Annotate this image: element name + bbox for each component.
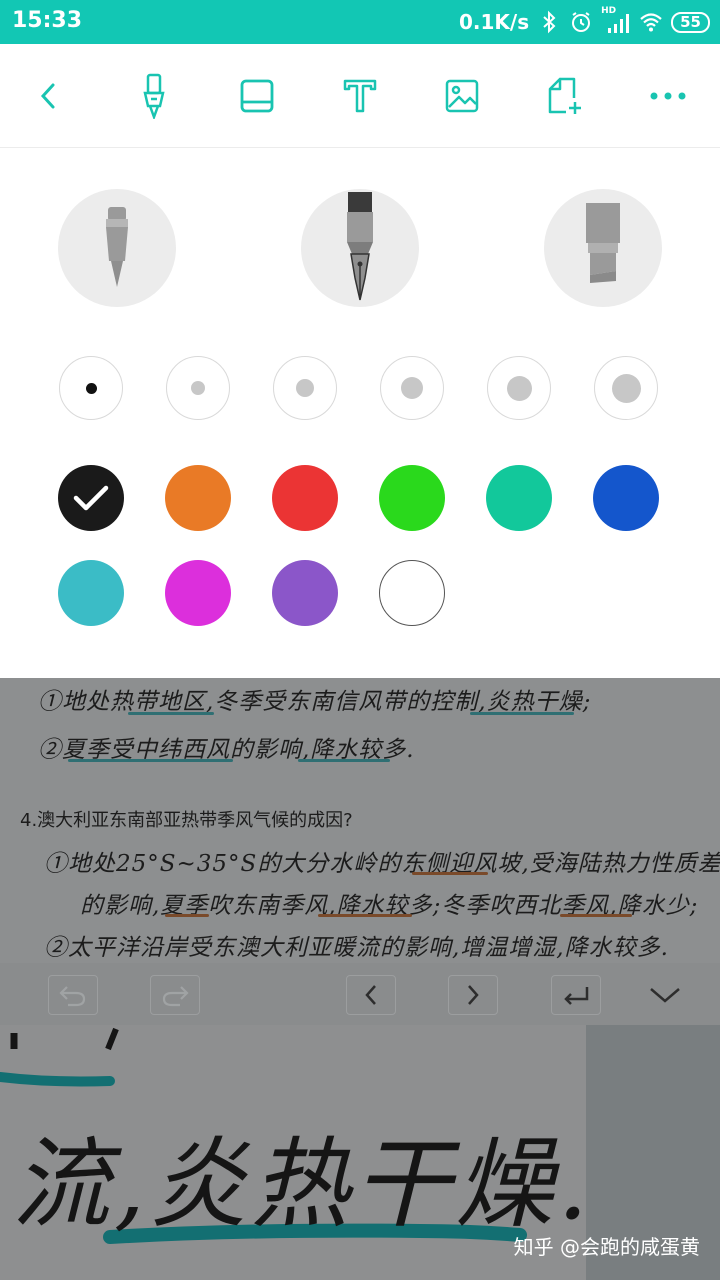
insert-image-button[interactable]: [437, 71, 487, 121]
status-bar: 15:33 0.1K/s HD 55: [0, 0, 720, 44]
add-page-button[interactable]: [540, 71, 590, 121]
watermark: 知乎 @会跑的咸蛋黄: [513, 1235, 700, 1259]
status-right: 0.1K/s HD 55: [459, 0, 710, 44]
color-swatch-cyan[interactable]: [58, 560, 124, 626]
editor-toolbar: [0, 44, 720, 148]
undo-icon: [59, 986, 86, 1007]
zoom-ink-text: 流,炎热干燥.: [12, 1128, 586, 1242]
size-option-1[interactable]: [59, 356, 123, 420]
note-line-3: ①地处25°S~35°S的大分水岭的东侧迎风坡,受海陆热力性质差异: [44, 851, 720, 877]
network-speed: 0.1K/s: [458, 10, 530, 34]
note-line-1: ①地处热带地区,冬季受东南信风带的控制,炎热干燥;: [38, 689, 592, 715]
enter-icon: [564, 987, 589, 1005]
size-option-2[interactable]: [166, 356, 230, 420]
alarm-icon: [572, 12, 591, 32]
redo-button[interactable]: [150, 975, 200, 1015]
cursor-left-button[interactable]: [346, 975, 396, 1015]
eraser-icon: [240, 79, 274, 113]
highlighter-option[interactable]: [544, 189, 662, 307]
fountain-pen-option[interactable]: [301, 189, 419, 307]
back-icon: [40, 83, 55, 109]
color-swatch-black[interactable]: [58, 465, 124, 531]
text-tool-button[interactable]: [335, 71, 385, 121]
size-option-3[interactable]: [273, 356, 337, 420]
checkmark-icon: [73, 485, 109, 511]
question-text: 4.澳大利亚东南部亚热带季风气候的成因?: [20, 810, 353, 831]
ballpoint-pen-icon: [106, 207, 128, 287]
image-icon: [445, 79, 479, 113]
collapse-icon: [650, 988, 680, 1003]
status-time: 15:33: [12, 8, 83, 33]
signal-icon: HD: [601, 6, 631, 34]
wifi-icon: [640, 13, 662, 32]
back-button[interactable]: [24, 71, 74, 121]
size-option-4[interactable]: [380, 356, 444, 420]
underline: [298, 759, 390, 762]
enter-button[interactable]: [551, 975, 601, 1015]
color-swatch-blue[interactable]: [593, 465, 659, 531]
ballpoint-pen-option[interactable]: [58, 189, 176, 307]
more-button[interactable]: [643, 71, 693, 121]
underline: [318, 914, 412, 917]
note-canvas[interactable]: ①地处热带地区,冬季受东南信风带的控制,炎热干燥; ②夏季受中纬西风的影响,降水…: [0, 678, 720, 963]
battery-indicator: 55: [671, 11, 710, 33]
pen-tool-icon: [143, 73, 165, 119]
undo-button[interactable]: [48, 975, 98, 1015]
pen-settings-panel: [0, 148, 720, 678]
color-swatch-magenta[interactable]: [165, 560, 231, 626]
handwriting-edit-bar: [0, 963, 720, 1025]
color-swatch-teal[interactable]: [486, 465, 552, 531]
underline: [128, 712, 214, 715]
eraser-button[interactable]: [232, 71, 282, 121]
underline: [68, 759, 233, 762]
zoom-writing-area[interactable]: 流,炎热干燥.: [0, 1025, 586, 1280]
underline: [165, 914, 209, 917]
color-swatch-purple[interactable]: [272, 560, 338, 626]
cursor-right-icon: [468, 985, 479, 1005]
color-swatch-green[interactable]: [379, 465, 445, 531]
color-swatch-red[interactable]: [272, 465, 338, 531]
add-page-icon: [548, 77, 581, 114]
size-option-5[interactable]: [487, 356, 551, 420]
cursor-right-button[interactable]: [448, 975, 498, 1015]
fountain-pen-icon: [347, 192, 373, 301]
more-icon: [650, 92, 686, 100]
collapse-button[interactable]: [640, 975, 690, 1015]
note-line-5: ②太平洋沿岸受东澳大利亚暖流的影响,增温增湿,降水较多.: [44, 935, 669, 961]
text-tool-icon: [343, 79, 377, 113]
color-swatch-white[interactable]: [379, 560, 445, 626]
pen-tool-button[interactable]: [129, 71, 179, 121]
underline: [412, 872, 488, 875]
highlighter-icon: [586, 203, 620, 283]
redo-icon: [162, 986, 189, 1007]
bluetooth-icon: [543, 10, 556, 34]
size-option-6[interactable]: [594, 356, 658, 420]
underline: [560, 914, 632, 917]
cursor-left-icon: [365, 985, 376, 1005]
color-swatch-orange[interactable]: [165, 465, 231, 531]
underline: [470, 712, 574, 715]
